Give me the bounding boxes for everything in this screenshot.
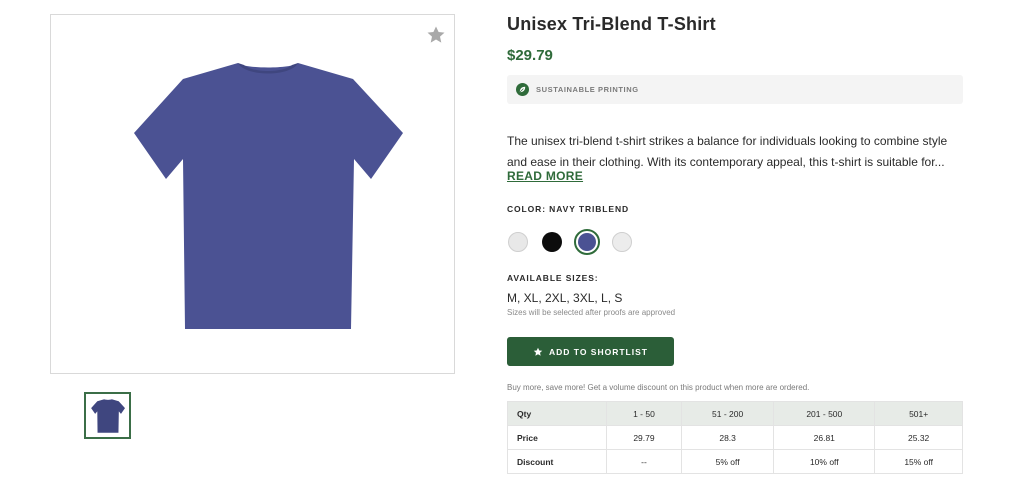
product-description: The unisex tri-blend t-shirt strikes a b… bbox=[507, 134, 948, 169]
shortlist-label: ADD TO SHORTLIST bbox=[549, 346, 648, 357]
table-cell: -- bbox=[606, 449, 682, 474]
table-cell: 25.32 bbox=[874, 425, 963, 450]
table-cell: 29.79 bbox=[606, 425, 682, 450]
read-more-link[interactable]: READ MORE bbox=[507, 169, 583, 183]
row-label-discount: Discount bbox=[507, 449, 607, 474]
swatch-light-gray[interactable] bbox=[508, 232, 528, 252]
thumbnail-tshirt-image bbox=[91, 399, 125, 433]
volume-discount-note: Buy more, save more! Get a volume discou… bbox=[507, 383, 810, 392]
favorite-star-icon[interactable] bbox=[426, 25, 446, 45]
leaf-icon bbox=[516, 83, 529, 96]
product-thumbnail[interactable] bbox=[84, 392, 131, 439]
row-label-price: Price bbox=[507, 425, 607, 450]
product-title: Unisex Tri-Blend T-Shirt bbox=[507, 14, 716, 34]
header-cell: 201 - 500 bbox=[773, 401, 876, 426]
product-tshirt-image bbox=[134, 63, 403, 329]
table-cell: 10% off bbox=[773, 449, 876, 474]
table-cell: 26.81 bbox=[773, 425, 876, 450]
swatch-black[interactable] bbox=[542, 232, 562, 252]
header-cell: 51 - 200 bbox=[680, 401, 775, 426]
badge-label: SUSTAINABLE PRINTING bbox=[536, 85, 639, 94]
add-to-shortlist-button[interactable]: ADD TO SHORTLIST bbox=[507, 337, 674, 366]
table-row-discount: Discount -- 5% off 10% off 15% off bbox=[507, 449, 963, 474]
swatch-white[interactable] bbox=[612, 232, 632, 252]
sizes-label: AVAILABLE SIZES: bbox=[507, 273, 599, 283]
header-cell: 501+ bbox=[874, 401, 963, 426]
table-cell: 5% off bbox=[680, 449, 775, 474]
table-cell: 15% off bbox=[874, 449, 963, 474]
header-cell: 1 - 50 bbox=[606, 401, 682, 426]
table-header-row: Qty 1 - 50 51 - 200 201 - 500 501+ bbox=[507, 401, 963, 426]
header-qty: Qty bbox=[507, 401, 607, 426]
swatch-navy-triblend-selected[interactable] bbox=[574, 229, 600, 255]
product-image-frame bbox=[50, 14, 455, 374]
product-price: $29.79 bbox=[507, 47, 553, 64]
color-label: COLOR: NAVY TRIBLEND bbox=[507, 204, 630, 214]
sizes-value: M, XL, 2XL, 3XL, L, S bbox=[507, 291, 623, 305]
table-row-price: Price 29.79 28.3 26.81 25.32 bbox=[507, 425, 963, 450]
star-icon bbox=[533, 347, 543, 356]
table-cell: 28.3 bbox=[680, 425, 775, 450]
sizes-note: Sizes will be selected after proofs are … bbox=[507, 308, 676, 317]
volume-discount-table: Qty 1 - 50 51 - 200 201 - 500 501+ Price… bbox=[507, 401, 963, 474]
sustainable-printing-badge: SUSTAINABLE PRINTING bbox=[507, 75, 963, 104]
